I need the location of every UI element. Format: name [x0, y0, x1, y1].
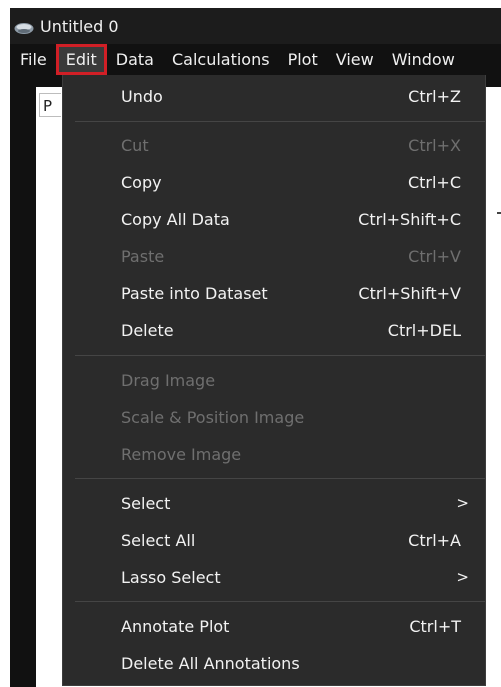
menu-item-label: Cut — [121, 136, 149, 155]
menu-item-label: Undo — [121, 87, 163, 106]
menu-item-drag-image: Drag Image — [63, 365, 485, 397]
menu-item-cut: Cut Ctrl+X — [63, 130, 485, 162]
menu-item-select[interactable]: Select > — [63, 488, 485, 520]
menu-item-label: Remove Image — [121, 445, 242, 464]
menu-item-label: Copy All Data — [121, 210, 230, 229]
menu-item-label: Select All — [121, 531, 196, 550]
menu-item-label: Lasso Select — [121, 568, 221, 587]
menu-calculations[interactable]: Calculations — [163, 44, 279, 75]
menu-item-shortcut: Ctrl+Shift+C — [358, 210, 461, 229]
menu-item-shortcut: Ctrl+Z — [408, 87, 461, 106]
menu-bar: File Edit Data Calculations Plot View Wi… — [10, 44, 501, 75]
menu-item-label: Copy — [121, 173, 162, 192]
edit-menu-dropdown: Undo Ctrl+Z Cut Ctrl+X Copy Ctrl+C Copy … — [62, 75, 486, 686]
menu-item-shortcut: Ctrl+V — [408, 247, 461, 266]
menu-separator — [75, 478, 485, 479]
menu-item-label: Scale & Position Image — [121, 408, 305, 427]
menu-item-shortcut: Ctrl+C — [407, 173, 461, 192]
window-title: Untitled 0 — [40, 16, 119, 36]
menu-item-paste: Paste Ctrl+V — [63, 241, 485, 273]
menu-item-copy-all-data[interactable]: Copy All Data Ctrl+Shift+C — [63, 204, 485, 236]
menu-item-remove-image: Remove Image — [63, 439, 485, 471]
submenu-arrow-icon: > — [456, 568, 469, 586]
app-window: Untitled 0 File Edit Data Calculations P… — [0, 0, 501, 687]
menu-item-annotate-plot[interactable]: Annotate Plot Ctrl+T — [63, 611, 485, 643]
menu-item-undo[interactable]: Undo Ctrl+Z — [63, 81, 485, 113]
menu-item-label: Paste — [121, 247, 165, 266]
axis-tick — [497, 212, 501, 214]
menu-separator — [75, 355, 485, 356]
menu-window[interactable]: Window — [383, 44, 464, 75]
workspace-canvas — [36, 87, 62, 687]
menu-item-label: Annotate Plot — [121, 617, 230, 636]
menu-item-label: Select — [121, 494, 171, 513]
menu-item-shortcut: Ctrl+A — [408, 531, 461, 550]
menu-separator — [75, 121, 485, 122]
submenu-arrow-icon: > — [456, 494, 469, 512]
menu-item-label: Delete — [121, 321, 174, 340]
menu-item-paste-into-dataset[interactable]: Paste into Dataset Ctrl+Shift+V — [63, 278, 485, 310]
menu-item-copy[interactable]: Copy Ctrl+C — [63, 167, 485, 199]
workspace-left: P — [10, 75, 62, 687]
menu-item-shortcut: Ctrl+X — [408, 136, 461, 155]
menu-item-shortcut: Ctrl+T — [409, 617, 461, 636]
title-bar: Untitled 0 — [10, 8, 501, 44]
menu-edit[interactable]: Edit — [55, 44, 107, 75]
menu-item-delete[interactable]: Delete Ctrl+DEL — [63, 315, 485, 347]
menu-plot[interactable]: Plot — [279, 44, 327, 75]
menu-item-shortcut: Ctrl+Shift+V — [358, 284, 461, 303]
menu-item-label: Paste into Dataset — [121, 284, 268, 303]
menu-item-scale-position-image: Scale & Position Image — [63, 402, 485, 434]
menu-item-label: Delete All Annotations — [121, 654, 300, 673]
menu-item-lasso-select[interactable]: Lasso Select > — [63, 562, 485, 594]
menu-view[interactable]: View — [327, 44, 383, 75]
menu-item-delete-all-annotations[interactable]: Delete All Annotations — [63, 648, 485, 680]
menu-item-select-all[interactable]: Select All Ctrl+A — [63, 525, 485, 557]
menu-separator — [75, 601, 485, 602]
menu-item-label: Drag Image — [121, 371, 216, 390]
app-logo-icon — [14, 20, 34, 34]
menu-file[interactable]: File — [10, 44, 56, 75]
menu-data[interactable]: Data — [107, 44, 163, 75]
workspace-tab[interactable]: P — [39, 93, 61, 117]
menu-item-shortcut: Ctrl+DEL — [387, 321, 461, 340]
workspace-canvas-right — [485, 87, 501, 687]
workspace-right — [485, 75, 501, 687]
